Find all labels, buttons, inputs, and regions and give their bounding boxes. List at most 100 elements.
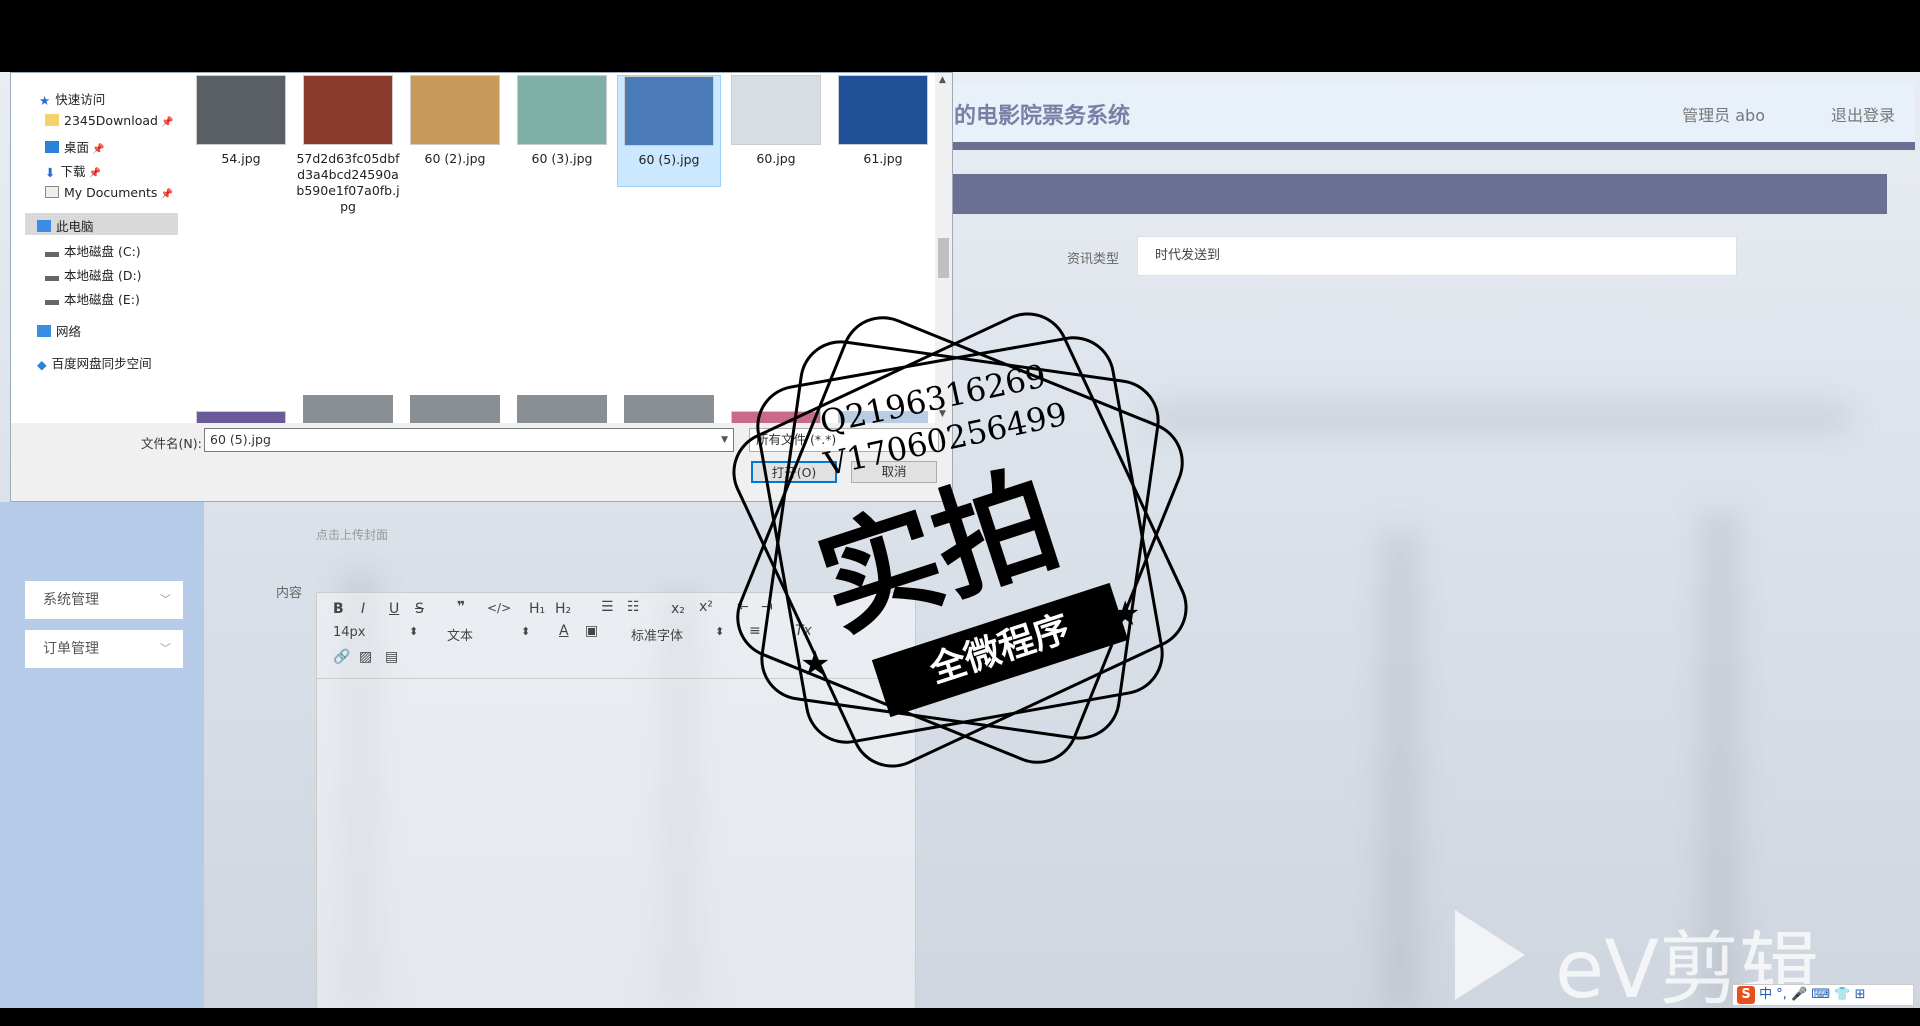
chevron-down-icon: ▼ <box>721 435 728 445</box>
file-thumbnail <box>517 75 607 145</box>
link-icon[interactable]: 🔗 <box>333 649 350 665</box>
editor-toolbar: B I U S ❞ </> H₁ H₂ ☰ ☷ x₂ x² ⇤ ⇥ 14px ⬍… <box>317 593 915 679</box>
file-thumbnail <box>410 75 500 145</box>
file-name: 60 (5).jpg <box>638 152 700 167</box>
nav-drive-d[interactable]: 本地磁盘 (D:) <box>45 265 142 284</box>
outdent-icon[interactable]: ⇥ <box>761 599 773 615</box>
file-name: 61.jpg <box>863 151 903 166</box>
sogou-icon: S <box>1737 986 1755 1004</box>
admin-header: 的电影院票务系统 管理员 abo 退出登录 <box>940 82 1915 150</box>
desktop-icon <box>45 141 59 153</box>
nav-desktop[interactable]: 桌面 📌 <box>45 137 104 156</box>
sidebar: 系统管理 ﹀ 订单管理 ﹀ <box>0 502 204 1008</box>
font-family-select[interactable]: 标准字体 <box>631 625 683 644</box>
computer-icon <box>37 220 51 232</box>
network-icon <box>37 325 51 337</box>
admin-breadcrumb-bar <box>940 174 1887 214</box>
indent-icon[interactable]: ⇤ <box>737 599 749 615</box>
star-icon: ★ <box>39 93 51 108</box>
nav-my-documents[interactable]: My Documents 📌 <box>45 185 173 200</box>
sidebar-item-system[interactable]: 系统管理 ﹀ <box>25 581 183 619</box>
text-color-icon[interactable]: A <box>559 623 569 639</box>
upload-cover-hint[interactable]: 点击上传封面 <box>316 526 388 543</box>
bullet-list-icon[interactable]: ☷ <box>627 599 640 615</box>
file-item[interactable]: 60 (2).jpg <box>403 75 507 167</box>
image-icon[interactable]: ▨ <box>359 649 372 665</box>
background-color-icon[interactable]: ▣ <box>585 623 598 639</box>
vertical-scrollbar[interactable]: ▲ ▼ <box>935 73 952 423</box>
pin-icon: 📌 <box>160 117 174 128</box>
file-thumbnail <box>624 76 714 146</box>
file-item[interactable]: 61bcf5e56bb3bf591b02740a35a75edd_r.jpg <box>189 411 293 423</box>
sidebar-item-label: 订单管理 <box>43 641 99 657</box>
content-label: 内容 <box>276 586 303 601</box>
file-name: 60.jpg <box>756 151 796 166</box>
file-thumbnail <box>731 411 821 423</box>
file-item[interactable]: 61.jpg <box>831 75 934 167</box>
heading2-icon[interactable]: H₂ <box>555 601 571 617</box>
type-input[interactable]: 时代发送到 <box>1137 236 1737 276</box>
italic-icon[interactable]: I <box>361 601 365 617</box>
chevron-updown-icon: ⬍ <box>715 625 725 638</box>
current-user: 管理员 abo <box>1682 106 1765 125</box>
filename-label: 文件名(N): <box>141 436 202 451</box>
ime-toolbar[interactable]: S 中 °, 🎤 ⌨ 👕 ⊞ <box>1732 984 1914 1006</box>
folder-icon <box>45 114 59 126</box>
scrollbar-thumb[interactable] <box>938 238 949 278</box>
nav-network[interactable]: 网络 <box>37 321 81 340</box>
file-item[interactable]: 54.jpg <box>189 75 293 167</box>
heading1-icon[interactable]: H₁ <box>529 601 545 617</box>
nav-downloads[interactable]: ⬇ 下载 📌 <box>45 161 101 180</box>
paragraph-select[interactable]: 文本 <box>447 625 473 644</box>
nav-baidu-sync[interactable]: ◆ 百度网盘同步空间 <box>37 353 152 372</box>
file-item[interactable]: 57d2d63fc05dbfd3a4bcd24590ab590e1f07a0fb… <box>296 75 400 215</box>
clear-format-icon[interactable]: Tx <box>795 623 812 639</box>
file-thumbnail-partial <box>303 395 393 423</box>
file-item[interactable]: 60 (3).jpg <box>510 75 614 167</box>
file-name: 60 (3).jpg <box>531 151 593 166</box>
underline-icon[interactable]: U <box>389 601 399 617</box>
nav-drive-e[interactable]: 本地磁盘 (E:) <box>45 289 140 308</box>
pin-icon: 📌 <box>88 168 101 179</box>
nav-2345download[interactable]: 2345Download 📌 <box>45 113 173 128</box>
nav-quick-access[interactable]: ★ 快速访问 <box>39 89 105 108</box>
file-item[interactable]: 69.jpg <box>724 411 828 423</box>
chevron-down-icon: ﹀ <box>160 593 171 606</box>
file-name: 57d2d63fc05dbfd3a4bcd24590ab590e1f07a0fb… <box>296 151 400 214</box>
file-name: 60 (2).jpg <box>424 151 486 166</box>
sidebar-item-label: 系统管理 <box>43 592 99 608</box>
ordered-list-icon[interactable]: ☰ <box>601 599 614 615</box>
cloud-icon: ◆ <box>37 357 47 372</box>
chevron-updown-icon: ⬍ <box>521 625 531 638</box>
code-icon[interactable]: </> <box>487 601 511 615</box>
align-icon[interactable]: ≡ <box>749 623 761 639</box>
chevron-updown-icon: ⬍ <box>409 625 419 638</box>
quote-icon[interactable]: ❞ <box>457 599 465 615</box>
strike-icon[interactable]: S <box>415 601 424 617</box>
filename-input[interactable]: 60 (5).jpg ▼ <box>204 428 734 452</box>
logout-link[interactable]: 退出登录 <box>1831 102 1895 126</box>
file-thumbnail <box>303 75 393 145</box>
pin-icon: 📌 <box>160 189 173 200</box>
drive-icon <box>45 276 59 281</box>
subscript-icon[interactable]: x₂ <box>671 601 685 617</box>
nav-this-pc[interactable]: 此电脑 <box>37 216 94 235</box>
sidebar-item-orders[interactable]: 订单管理 ﹀ <box>25 630 183 668</box>
file-thumbnail-partial <box>517 395 607 423</box>
file-thumbnail <box>196 75 286 145</box>
drive-icon <box>45 300 59 305</box>
video-icon[interactable]: ▤ <box>385 649 398 665</box>
superscript-icon[interactable]: x² <box>699 599 713 615</box>
file-thumbnail-partial <box>410 395 500 423</box>
file-open-dialog: ★ 快速访问 2345Download 📌 桌面 📌 ⬇ 下载 📌 My Document… <box>10 72 953 502</box>
nav-drive-c[interactable]: 本地磁盘 (C:) <box>45 241 141 260</box>
file-thumbnail <box>731 75 821 145</box>
bold-icon[interactable]: B <box>333 601 344 617</box>
system-title: 的电影院票务系统 <box>954 104 1131 129</box>
file-item[interactable]: 60 (5).jpg <box>617 75 721 187</box>
file-thumbnail <box>838 75 928 145</box>
font-size-select[interactable]: 14px <box>333 625 366 640</box>
rich-text-editor: B I U S ❞ </> H₁ H₂ ☰ ☷ x₂ x² ⇤ ⇥ 14px ⬍… <box>316 592 916 1008</box>
type-label: 资讯类型 <box>1067 252 1120 267</box>
file-item[interactable]: 60.jpg <box>724 75 828 167</box>
